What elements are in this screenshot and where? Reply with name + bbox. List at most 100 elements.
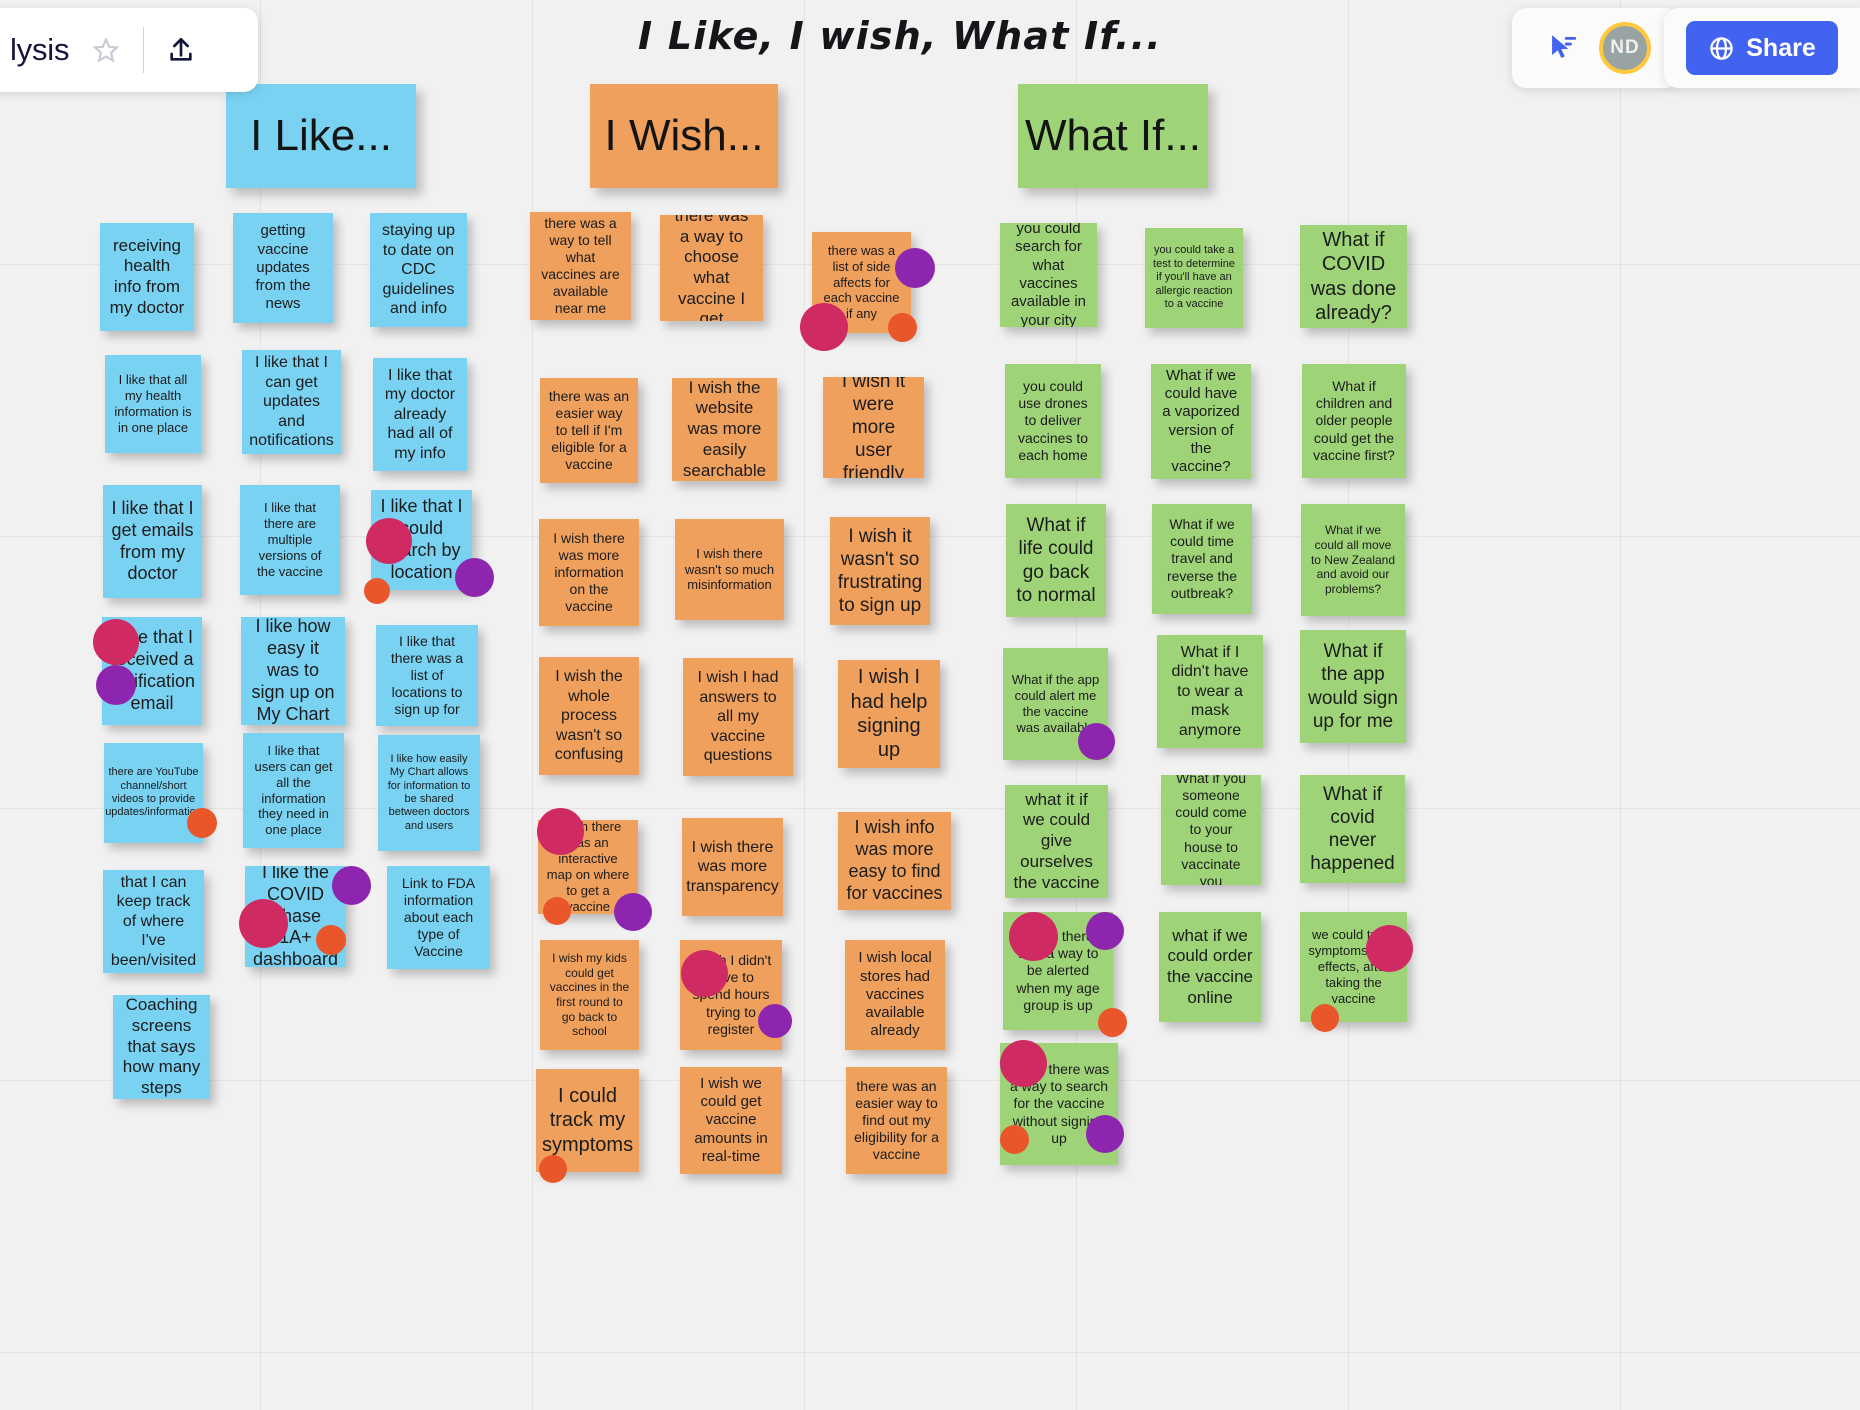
sticky-note[interactable]: what if we could order the vaccine onlin…: [1159, 912, 1261, 1022]
sticky-note[interactable]: that I can keep track of where I've been…: [103, 870, 204, 973]
sticky-note-text: I wish it were more user friendly: [841, 377, 906, 478]
sticky-note[interactable]: What if I didn't have to wear a mask any…: [1157, 635, 1263, 748]
vote-dot[interactable]: [800, 303, 848, 351]
sticky-note[interactable]: I like that I get emails from my doctor: [103, 485, 202, 598]
vote-dot[interactable]: [1366, 925, 1413, 972]
sticky-note[interactable]: What if covid never happened: [1300, 775, 1405, 883]
sticky-note[interactable]: What if life could go back to normal: [1006, 504, 1106, 617]
vote-dot[interactable]: [239, 899, 288, 948]
sticky-note[interactable]: What if COVID was done already?: [1300, 225, 1407, 328]
upload-icon[interactable]: [160, 29, 202, 71]
sticky-note[interactable]: What if you someone could come to your h…: [1161, 775, 1261, 885]
vote-dot[interactable]: [1078, 723, 1115, 760]
globe-icon: [1710, 36, 1733, 60]
sticky-note[interactable]: I wish I had help signing up: [838, 660, 940, 768]
sticky-note[interactable]: you could use drones to deliver vaccines…: [1005, 364, 1101, 478]
sticky-note[interactable]: receiving health info from my doctor: [100, 223, 194, 331]
sticky-note-text: I like that my doctor already had all of…: [384, 366, 456, 462]
sticky-note-text: there was an easier way to find out my e…: [854, 1077, 939, 1163]
vote-dot[interactable]: [93, 619, 139, 665]
vote-dot[interactable]: [1009, 912, 1058, 961]
sticky-note-text: that I can keep track of where I've been…: [110, 873, 197, 969]
sticky-note[interactable]: you could search for what vaccines avail…: [1000, 223, 1097, 327]
cursor-pointer-icon[interactable]: [1541, 27, 1583, 69]
vote-dot[interactable]: [1086, 1115, 1124, 1153]
sticky-note[interactable]: I wish it were more user friendly: [823, 377, 924, 478]
sticky-note[interactable]: What if children and older people could …: [1302, 364, 1406, 478]
column-header-label: I Wish...: [604, 111, 764, 160]
document-toolbar[interactable]: lysis: [0, 8, 258, 92]
sticky-note[interactable]: What if we could have a vaporized versio…: [1151, 364, 1251, 479]
column-header-note[interactable]: I Wish...: [590, 84, 778, 188]
avatar[interactable]: ND: [1599, 22, 1651, 74]
sticky-note[interactable]: I wish the whole process wasn't so confu…: [539, 657, 639, 775]
sticky-note[interactable]: I wish we could get vaccine amounts in r…: [680, 1067, 782, 1174]
sticky-note[interactable]: I like that users can get all the inform…: [243, 733, 344, 848]
sticky-note[interactable]: I wish local stores had vaccines availab…: [845, 940, 945, 1050]
sticky-note[interactable]: there was an easier way to tell if I'm e…: [540, 378, 638, 483]
vote-dot[interactable]: [539, 1155, 567, 1183]
sticky-note[interactable]: I wish it wasn't so frustrating to sign …: [830, 517, 930, 625]
sticky-note[interactable]: I wish I had answers to all my vaccine q…: [683, 658, 793, 776]
sticky-note[interactable]: what it if we could give ourselves the v…: [1005, 785, 1108, 898]
sticky-note-text: What if we could have a vaporized versio…: [1162, 366, 1240, 476]
star-icon[interactable]: [85, 29, 127, 71]
sticky-note[interactable]: I like that there are multiple versions …: [240, 485, 340, 595]
sticky-note-text: Link to FDA information about each type …: [401, 874, 476, 960]
sticky-note-text: What if covid never happened: [1310, 783, 1395, 875]
vote-dot[interactable]: [366, 518, 412, 564]
vote-dot[interactable]: [758, 1004, 792, 1038]
vote-dot[interactable]: [332, 866, 371, 905]
share-button[interactable]: Share: [1686, 21, 1838, 75]
sticky-note[interactable]: you could take a test to determine if yo…: [1145, 228, 1243, 328]
vote-dot[interactable]: [1000, 1040, 1047, 1087]
vote-dot[interactable]: [543, 897, 571, 925]
sticky-note[interactable]: Coaching screens that says how many step…: [113, 995, 210, 1099]
sticky-note[interactable]: I wish info was more easy to find for va…: [838, 812, 951, 910]
vote-dot[interactable]: [1311, 1004, 1339, 1032]
whiteboard-canvas[interactable]: I Like, I wish, What If... I Like... I Wi…: [0, 0, 1860, 1410]
sticky-note[interactable]: I like how easily My Chart allows for in…: [378, 735, 480, 851]
vote-dot[interactable]: [316, 925, 346, 955]
sticky-note-text: there are YouTube channel/short videos t…: [105, 766, 202, 819]
vote-dot[interactable]: [187, 808, 217, 838]
sticky-note[interactable]: What if we could time travel and reverse…: [1152, 504, 1252, 614]
sticky-note-text: there was a way to tell what vaccines ar…: [541, 214, 620, 317]
column-header-note[interactable]: What If...: [1018, 84, 1208, 188]
sticky-note[interactable]: I like that I can get updates and notifi…: [242, 350, 341, 454]
vote-dot[interactable]: [455, 558, 494, 597]
column-header-note[interactable]: I Like...: [226, 84, 416, 188]
sticky-note-text: getting vaccine updates from the news: [255, 222, 311, 313]
vote-dot[interactable]: [1086, 912, 1124, 950]
sticky-note[interactable]: there was an easier way to find out my e…: [846, 1067, 947, 1174]
sticky-note[interactable]: Link to FDA information about each type …: [387, 866, 490, 969]
share-toolbar: Share: [1664, 8, 1860, 88]
presence-toolbar[interactable]: ND: [1512, 8, 1680, 88]
vote-dot[interactable]: [895, 248, 935, 288]
vote-dot[interactable]: [888, 313, 917, 342]
vote-dot[interactable]: [681, 950, 728, 997]
sticky-note[interactable]: I like that all my health information is…: [105, 355, 201, 453]
sticky-note[interactable]: I wish there was more information on the…: [539, 519, 639, 626]
sticky-note[interactable]: I like how easy it was to sign up on My …: [241, 617, 345, 725]
sticky-note-text: I wish the website was more easily searc…: [682, 378, 767, 480]
sticky-note[interactable]: there was a way to tell what vaccines ar…: [530, 212, 631, 320]
vote-dot[interactable]: [614, 893, 652, 931]
vote-dot[interactable]: [364, 578, 390, 604]
sticky-note[interactable]: I like that my doctor already had all of…: [373, 358, 467, 471]
sticky-note[interactable]: I wish the website was more easily searc…: [672, 378, 777, 481]
sticky-note[interactable]: staying up to date on CDC guidelines and…: [370, 213, 467, 327]
sticky-note[interactable]: I wish my kids could get vaccines in the…: [540, 940, 639, 1050]
sticky-note[interactable]: I wish there wasn't so much misinformati…: [675, 519, 784, 620]
vote-dot[interactable]: [96, 665, 136, 705]
document-title: lysis: [10, 32, 70, 67]
sticky-note[interactable]: What if we could all move to New Zealand…: [1301, 504, 1405, 616]
vote-dot[interactable]: [1098, 1008, 1127, 1037]
sticky-note[interactable]: I wish there was more transparency: [682, 818, 783, 916]
sticky-note[interactable]: there was a way to choose what vaccine I…: [660, 215, 763, 321]
sticky-note[interactable]: getting vaccine updates from the news: [233, 213, 333, 323]
vote-dot[interactable]: [537, 808, 584, 855]
sticky-note[interactable]: I like that there was a list of location…: [376, 625, 478, 726]
vote-dot[interactable]: [1000, 1125, 1029, 1154]
sticky-note[interactable]: What if the app would sign up for me: [1300, 630, 1406, 743]
